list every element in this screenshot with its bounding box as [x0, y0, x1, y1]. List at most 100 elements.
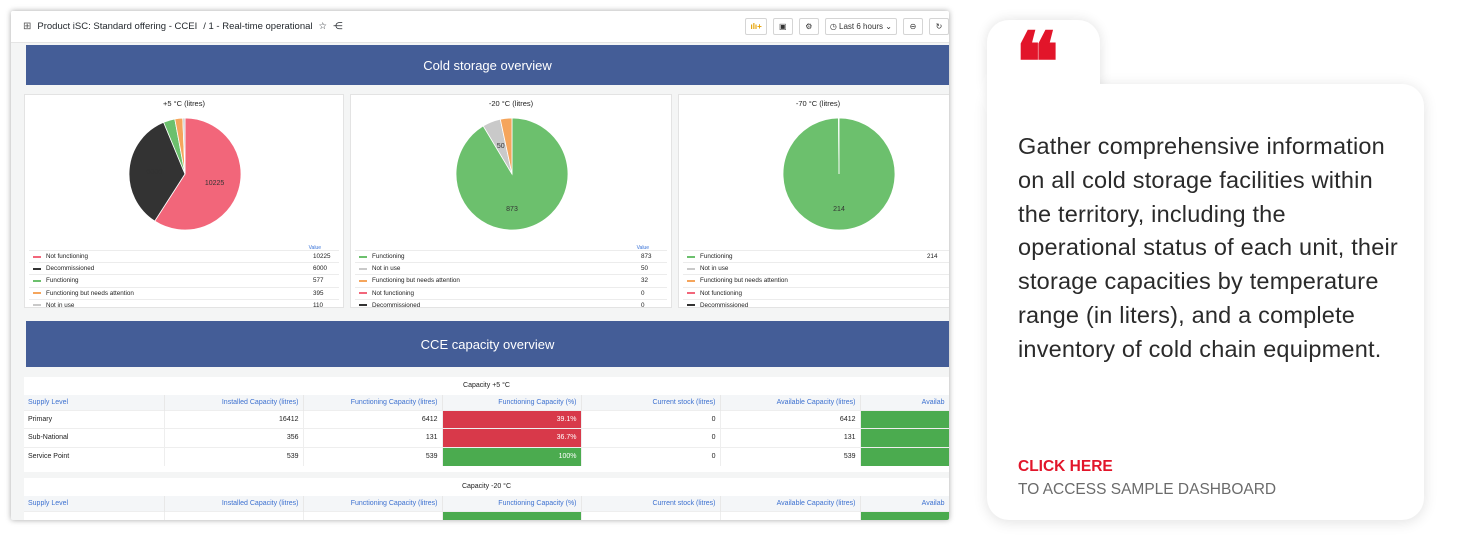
pie-chart-minus70: 214 [782, 117, 896, 231]
legend-item[interactable]: Not functioning [683, 286, 949, 299]
panel-title: -20 °C (litres) [488, 99, 534, 108]
column-header[interactable]: Supply Level [24, 395, 165, 410]
table-cell: 6412 [720, 409, 861, 429]
share-icon[interactable]: ⋲ [333, 21, 343, 32]
pie-data-label: 873 [506, 206, 518, 213]
legend-label: Functioning [46, 277, 79, 285]
legend-value: 10225 [313, 253, 331, 261]
table-cell: 16412 [164, 409, 304, 429]
time-range-label: Last 6 hours [839, 22, 884, 31]
column-header[interactable]: Functioning Capacity (%) [442, 395, 582, 410]
card-description: Gather comprehensive information on all … [1018, 133, 1398, 362]
zoom-out-button[interactable]: ⊖ [903, 18, 923, 35]
capacity-table: Supply Level Installed Capacity (litres) F… [24, 496, 949, 520]
column-header[interactable]: Installed Capacity (litres) [164, 496, 304, 511]
legend-item[interactable]: Functioning but needs attention 32 [355, 274, 667, 286]
click-here-link[interactable]: CLICK HERE [1018, 458, 1113, 476]
clock-icon: ◷ [829, 22, 837, 31]
legend-item[interactable]: Functioning 873 [355, 250, 667, 262]
legend-label: Decommissioned [372, 301, 421, 309]
column-header[interactable]: Supply Level [24, 496, 165, 511]
pie-legend: Functioning 214 Not in use Functioning but … [683, 245, 949, 311]
grid-icon: ⊞ [23, 21, 32, 32]
table-cell [164, 510, 304, 520]
table-cell [860, 510, 949, 520]
legend-item[interactable]: Not in use [683, 262, 949, 274]
panel-title: -70 °C (litres) [795, 99, 841, 108]
refresh-button[interactable]: ↻ [929, 18, 949, 35]
gear-icon: ⚙ [805, 22, 813, 31]
legend-label: Decommissioned [700, 301, 749, 309]
capacity-table: Supply Level Installed Capacity (litres) F… [24, 395, 949, 466]
legend-label: Not in use [46, 301, 75, 309]
column-header[interactable]: Functioning Capacity (litres) [303, 395, 443, 410]
column-header[interactable]: Functioning Capacity (litres) [303, 496, 443, 511]
legend-item[interactable]: Decommissioned 6000 [29, 262, 339, 274]
dashboard-breadcrumb: ⊞ Product iSC: Standard offering - CCEI … [23, 21, 343, 32]
legend-item[interactable]: Functioning 577 [29, 274, 339, 286]
legend-value: 32 [641, 277, 649, 285]
legend-value: 214 [927, 253, 938, 261]
table-cell: 0 [581, 428, 721, 447]
save-button[interactable]: ▣ [772, 18, 793, 35]
pie-data-label: 50 [497, 143, 505, 150]
column-header[interactable]: Availab [860, 395, 949, 410]
legend-label: Not functioning [700, 289, 743, 297]
column-header[interactable]: Current stock (litres) [581, 496, 721, 511]
legend-item[interactable]: Not in use 50 [355, 262, 667, 274]
column-header[interactable]: Installed Capacity (litres) [164, 395, 304, 410]
legend-item[interactable]: Functioning but needs attention [683, 274, 949, 286]
dashboard-topbar: ⊞ Product iSC: Standard offering - CCEI … [11, 11, 949, 43]
cta-subtitle: TO ACCESS SAMPLE DASHBOARD [1018, 481, 1277, 498]
quote-icon: ❝ [1015, 15, 1060, 111]
legend-label: Functioning [700, 253, 733, 261]
table-cell: 36.7% [442, 428, 582, 447]
add-panel-button[interactable]: ılı+ [745, 18, 767, 35]
column-header[interactable]: Functioning Capacity (%) [442, 496, 582, 511]
legend-item[interactable]: Not in use 110 [29, 298, 339, 311]
table-cell: Service Point [24, 446, 165, 466]
legend-label: Decommissioned [46, 265, 95, 273]
dashboard-title[interactable]: Product iSC: Standard offering - CCEI [37, 21, 197, 32]
legend-label: Functioning [372, 253, 405, 261]
dashboard-path[interactable]: / 1 - Real-time operational [203, 21, 312, 32]
column-header[interactable]: Available Capacity (litres) [720, 496, 861, 511]
legend-swatch [33, 292, 41, 295]
table-row: Sub-National 356 131 36.7% 0 131 [24, 428, 949, 447]
column-header[interactable]: Available Capacity (litres) [720, 395, 861, 410]
table-title: Capacity -20 °C [461, 483, 512, 490]
column-header[interactable]: Availab [860, 496, 949, 511]
table-cell [860, 409, 949, 429]
table-cell [24, 510, 165, 520]
legend-swatch [359, 255, 367, 258]
legend-swatch [687, 279, 695, 282]
legend-item[interactable]: Functioning 214 [683, 250, 949, 262]
star-icon[interactable]: ☆ [319, 21, 328, 32]
legend-item[interactable]: Functioning but needs attention 395 [29, 286, 339, 299]
legend-label: Not functioning [372, 289, 415, 297]
table-cell: 539 [720, 446, 861, 466]
zoom-out-icon: ⊖ [909, 22, 917, 31]
legend-label: Functioning but needs attention [372, 277, 460, 285]
legend-item[interactable]: Not functioning 0 [355, 286, 667, 299]
legend-item[interactable]: Decommissioned [683, 298, 949, 311]
legend-value: 6000 [313, 265, 328, 273]
time-range-picker[interactable]: ◷ Last 6 hours ⌄ [824, 18, 897, 35]
settings-button[interactable]: ⚙ [798, 18, 819, 35]
capacity-table-minus20: Capacity -20 °C Supply Level Installed Ca… [24, 478, 949, 520]
table-cell [860, 446, 949, 466]
legend-item[interactable]: Not functioning 10225 [29, 250, 339, 262]
legend-item[interactable]: Decommissioned 0 [355, 298, 667, 311]
pie-chart-plus5: 10225 6000 [128, 117, 242, 231]
legend-value: 0 [641, 301, 645, 309]
table-row [24, 510, 949, 520]
pie-panel-plus5: +5 °C (litres) 10225 6000 Value Not funct… [24, 94, 344, 311]
column-header[interactable]: Current stock (litres) [581, 395, 721, 410]
table-cell [720, 510, 861, 520]
table-row: Service Point 539 539 100% 0 539 [24, 446, 949, 466]
legend-swatch [33, 255, 41, 258]
table-cell: 0 [581, 409, 721, 429]
legend-value: 110 [313, 301, 324, 309]
refresh-icon: ↻ [935, 22, 943, 31]
table-cell: 131 [720, 428, 861, 447]
